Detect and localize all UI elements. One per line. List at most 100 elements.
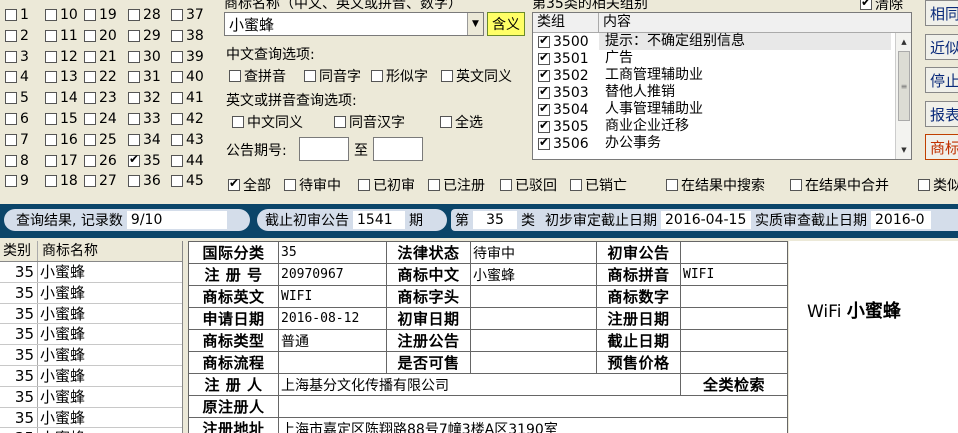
group-row[interactable]: 3501 广告	[533, 50, 911, 67]
checkbox-box[interactable]	[5, 154, 17, 167]
class-checkbox-12[interactable]: 12	[45, 47, 78, 67]
class-checkbox-27[interactable]: 27	[84, 171, 117, 191]
group-row[interactable]: 3504 人事管理辅助业	[533, 101, 911, 118]
issue-from-input[interactable]	[299, 137, 349, 161]
report-button[interactable]: 报表	[925, 101, 958, 127]
class-checkbox-26[interactable]: 26	[84, 151, 117, 171]
checkbox-box[interactable]	[5, 133, 17, 146]
result-row[interactable]: 35小蜜蜂	[0, 386, 182, 408]
class-checkbox-8[interactable]: 8	[5, 151, 29, 171]
checkbox-box[interactable]	[128, 175, 140, 188]
class-checkbox-43[interactable]: 43	[171, 130, 204, 150]
tm-flow-value[interactable]	[278, 351, 387, 374]
group-code-cell[interactable]: 3503	[533, 84, 599, 101]
filter-pending[interactable]: 待审中	[284, 175, 341, 195]
checkbox-box[interactable]	[45, 29, 57, 42]
class-checkbox-30[interactable]: 30	[128, 47, 161, 67]
group-checkbox[interactable]	[538, 50, 550, 65]
filter-registered[interactable]: 已注册	[428, 175, 485, 195]
checkbox-box[interactable]	[84, 92, 96, 105]
checkbox-box[interactable]	[128, 9, 140, 21]
scroll-thumb[interactable]: ≡	[898, 51, 910, 121]
result-row[interactable]: 35小蜜蜂	[0, 324, 182, 346]
trademark-name-combobox[interactable]: 小蜜蜂 ▼	[224, 12, 484, 36]
checkbox-box[interactable]	[171, 92, 183, 105]
group-list[interactable]: 类组 内容 3500提示：不确定组别信息3501广告3502工商管理辅助业350…	[532, 12, 912, 160]
checkbox-box[interactable]	[45, 9, 57, 21]
filter-rejected[interactable]: 已驳回	[500, 175, 557, 195]
option-en-synonym[interactable]: 英文同义	[441, 66, 512, 86]
class-checkbox-39[interactable]: 39	[171, 47, 204, 67]
group-code-cell[interactable]: 3505	[533, 118, 599, 135]
option-cn-synonym[interactable]: 中文同义	[232, 112, 303, 132]
class-checkbox-38[interactable]: 38	[171, 26, 204, 46]
checkbox-box[interactable]	[45, 92, 57, 105]
checkbox-box[interactable]	[171, 133, 183, 146]
group-code-cell[interactable]: 3506	[533, 135, 599, 152]
checkbox-box[interactable]	[84, 71, 96, 84]
class-checkbox-31[interactable]: 31	[128, 67, 161, 87]
stop-button[interactable]: 停止	[925, 67, 958, 93]
checkbox-box[interactable]	[5, 29, 17, 42]
checkbox-box[interactable]	[84, 29, 96, 42]
checkbox-box[interactable]	[171, 175, 183, 188]
option-homophone-cn[interactable]: 同音汉字	[334, 112, 405, 132]
class-checkbox-32[interactable]: 32	[128, 88, 161, 108]
checkbox-box[interactable]	[5, 71, 17, 84]
checkbox-box[interactable]	[84, 154, 96, 167]
checkbox-box[interactable]	[128, 133, 140, 146]
result-row[interactable]: 35小蜜蜂	[0, 428, 182, 433]
checkbox-box[interactable]	[128, 50, 140, 63]
checkbox-box[interactable]	[84, 113, 96, 125]
group-checkbox[interactable]	[538, 118, 550, 133]
option-homophone[interactable]: 同音字	[304, 66, 361, 86]
class-checkbox-18[interactable]: 18	[45, 171, 78, 191]
checkbox-box[interactable]	[84, 50, 96, 63]
class-checkbox-4[interactable]: 4	[5, 67, 29, 87]
class-checkbox-3[interactable]: 3	[5, 47, 29, 67]
class-checkbox-20[interactable]: 20	[84, 26, 117, 46]
class-checkbox-5[interactable]: 5	[5, 88, 29, 108]
checkbox-box[interactable]	[45, 175, 57, 188]
class-checkbox-11[interactable]: 11	[45, 26, 78, 46]
chevron-down-icon[interactable]: ▼	[467, 13, 483, 35]
class-checkbox-19[interactable]: 19	[84, 5, 117, 25]
meaning-button[interactable]: 含义	[487, 12, 525, 36]
class-checkbox-14[interactable]: 14	[45, 88, 78, 108]
result-row[interactable]: 35小蜜蜂	[0, 262, 182, 283]
class-checkbox-9[interactable]: 9	[5, 171, 29, 191]
issue-to-input[interactable]	[373, 137, 423, 161]
group-code-cell[interactable]: 3500	[533, 33, 599, 50]
class-checkbox-37[interactable]: 37	[171, 5, 204, 25]
option-pinyin[interactable]: 查拼音	[229, 66, 286, 86]
filter-merge-in-results[interactable]: 在结果中合并	[790, 175, 889, 195]
result-row[interactable]: 35小蜜蜂	[0, 345, 182, 366]
filter-similar[interactable]: 类似	[918, 175, 958, 195]
option-similar-shape[interactable]: 形似字	[371, 66, 428, 86]
group-checkbox[interactable]	[538, 135, 550, 150]
checkbox-box[interactable]	[45, 50, 57, 63]
class-checkbox-45[interactable]: 45	[171, 171, 204, 191]
class-checkbox-40[interactable]: 40	[171, 67, 204, 87]
option-select-all[interactable]: 全选	[440, 112, 483, 132]
group-row[interactable]: 3505 商业企业迁移	[533, 118, 911, 135]
group-row[interactable]: 3503 替他人推销	[533, 84, 911, 101]
class-checkbox-35[interactable]: 35	[128, 151, 161, 171]
checkbox-box[interactable]	[128, 113, 140, 125]
class-checkbox-44[interactable]: 44	[171, 151, 204, 171]
checkbox-box[interactable]	[45, 154, 57, 167]
checkbox-box[interactable]	[171, 71, 183, 84]
group-row[interactable]: 3500 提示：不确定组别信息	[533, 33, 911, 50]
checkbox-box[interactable]	[128, 71, 140, 84]
class-checkbox-28[interactable]: 28	[128, 5, 161, 25]
class-checkbox-13[interactable]: 13	[45, 67, 78, 87]
checkbox-box[interactable]	[5, 113, 17, 125]
group-checkbox[interactable]	[538, 84, 550, 99]
checkbox-box[interactable]	[84, 133, 96, 146]
group-checkbox[interactable]	[538, 33, 550, 48]
checkbox-box[interactable]	[171, 50, 183, 63]
scroll-up-icon[interactable]: ▲	[897, 35, 911, 49]
checkbox-box[interactable]	[5, 175, 17, 188]
class-checkbox-22[interactable]: 22	[84, 67, 117, 87]
group-code-cell[interactable]: 3501	[533, 50, 599, 67]
